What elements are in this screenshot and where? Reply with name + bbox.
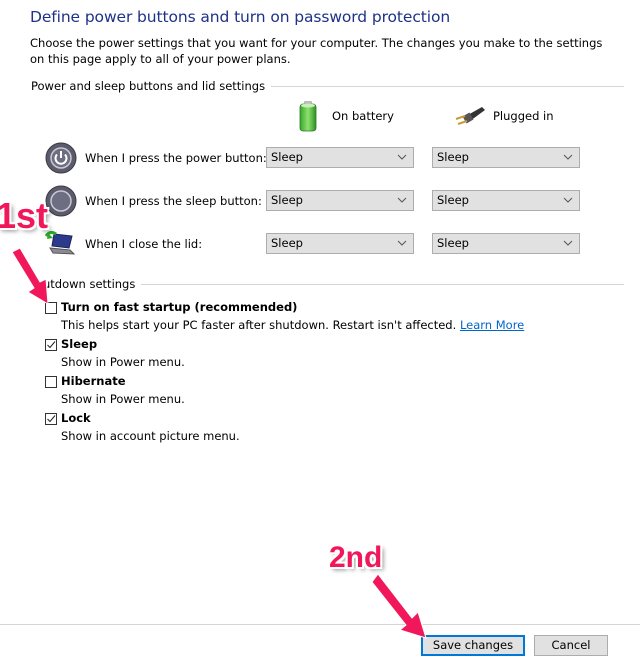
annotation-first-label: 1st — [0, 195, 49, 236]
arrow-to-fast-startup — [11, 247, 49, 305]
arrow-to-save-button — [371, 573, 427, 639]
annotation-second-label: 2nd — [329, 541, 383, 574]
annotation-arrows — [11, 247, 427, 639]
